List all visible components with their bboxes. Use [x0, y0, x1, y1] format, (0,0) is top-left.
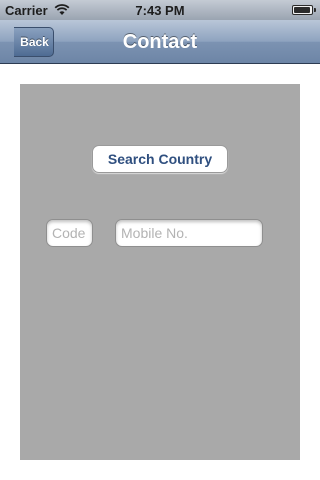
- back-button[interactable]: Back: [14, 27, 54, 57]
- navigation-bar: Contact Back: [0, 20, 320, 64]
- mobile-number-field[interactable]: Mobile No.: [115, 219, 263, 247]
- battery-icon: [292, 5, 316, 15]
- content-panel: Search Country Code Mobile No.: [20, 84, 300, 460]
- country-code-field[interactable]: Code: [46, 219, 93, 247]
- status-bar: Carrier 7:43 PM: [0, 0, 320, 20]
- contact-screen: Carrier 7:43 PM Contact Back Search Coun…: [0, 0, 320, 480]
- status-time: 7:43 PM: [135, 3, 185, 18]
- back-button-label: Back: [20, 35, 49, 49]
- search-country-button[interactable]: Search Country: [92, 145, 228, 173]
